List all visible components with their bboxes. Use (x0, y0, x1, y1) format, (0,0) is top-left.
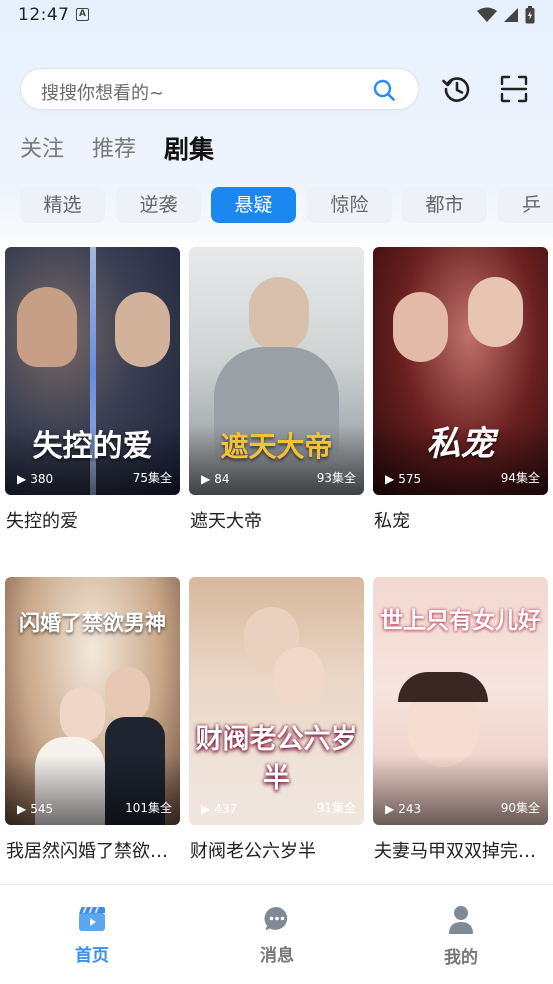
drama-title[interactable]: 私宠 (373, 507, 548, 533)
search-placeholder: 搜搜你想看的~ (41, 83, 165, 104)
nav-home[interactable]: 首页 (52, 905, 132, 966)
episode-count: 90集全 (500, 801, 540, 815)
drama-card[interactable]: 遮天大帝 ▶ 84 93集全 遮天大帝 (189, 247, 364, 533)
chip-partial[interactable]: 乒 (498, 187, 553, 223)
cell-signal-icon (504, 8, 518, 22)
tab-series[interactable]: 剧集 (164, 130, 214, 170)
play-count: ▶ 575 (385, 472, 422, 486)
battery-icon (525, 6, 535, 24)
nav-messages[interactable]: 消息 (237, 905, 317, 966)
play-count: ▶ 84 (201, 472, 230, 486)
actor-face (17, 287, 77, 367)
play-icon: ▶ (17, 472, 27, 486)
status-indicators (477, 6, 535, 24)
poster-title: 失控的爱 (32, 429, 153, 464)
drama-card[interactable]: 失控的爱 ▶ 380 75集全 失控的爱 (5, 247, 180, 533)
search-bar[interactable]: 搜搜你想看的~ (20, 68, 419, 110)
drama-title[interactable]: 失控的爱 (5, 507, 180, 533)
person-icon (449, 906, 473, 934)
drama-card[interactable]: 闪婚了禁欲男神 ▶ 545 101集全 我居然闪婚了禁欲… (5, 577, 180, 863)
history-icon[interactable] (441, 73, 473, 105)
play-count: ▶ 380 (17, 472, 54, 486)
play-icon: ▶ (201, 802, 211, 816)
drama-poster[interactable]: 闪婚了禁欲男神 ▶ 545 101集全 (5, 577, 180, 825)
play-icon: ▶ (385, 472, 395, 486)
chat-bubble-icon (264, 906, 288, 931)
play-icon: ▶ (385, 802, 395, 816)
drama-poster[interactable]: 私宠 ▶ 575 94集全 (373, 247, 548, 495)
notification-icon: A (76, 8, 89, 21)
tab-recommend[interactable]: 推荐 (92, 130, 136, 170)
poster-title: 财阀老公六岁半 (195, 724, 358, 794)
drama-title[interactable]: 我居然闪婚了禁欲… (5, 837, 180, 863)
scan-icon[interactable] (500, 75, 528, 103)
play-count: ▶ 437 (201, 802, 238, 816)
actress-face (60, 687, 105, 742)
hair (398, 672, 488, 702)
play-count: ▶ 545 (17, 802, 54, 816)
actor-face (468, 277, 523, 347)
episode-count: 91集全 (316, 801, 356, 815)
episode-count: 93集全 (316, 471, 356, 485)
poster-title: 闪婚了禁欲男神 (19, 611, 166, 635)
search-icon[interactable] (372, 78, 396, 102)
chip-urban[interactable]: 都市 (402, 187, 487, 223)
chip-featured[interactable]: 精选 (20, 187, 105, 223)
chip-comeback[interactable]: 逆袭 (116, 187, 201, 223)
actress-face (115, 292, 170, 367)
nav-home-label: 首页 (75, 946, 109, 966)
drama-poster[interactable]: 遮天大帝 ▶ 84 93集全 (189, 247, 364, 495)
actress-face (274, 647, 324, 707)
nav-profile[interactable]: 我的 (421, 905, 501, 968)
status-time: 12:47 (18, 5, 70, 25)
drama-card[interactable]: 世上只有女儿好 ▶ 243 90集全 夫妻马甲双双掉完… (373, 577, 548, 863)
drama-poster[interactable]: 失控的爱 ▶ 380 75集全 (5, 247, 180, 495)
chip-thriller[interactable]: 惊险 (307, 187, 392, 223)
status-bar: 12:47 A (0, 0, 553, 32)
drama-card[interactable]: 私宠 ▶ 575 94集全 私宠 (373, 247, 548, 533)
play-icon: ▶ (17, 802, 27, 816)
episode-count: 75集全 (132, 471, 172, 485)
drama-card[interactable]: 财阀老公六岁半 ▶ 437 91集全 财阀老公六岁半 (189, 577, 364, 863)
drama-title[interactable]: 遮天大帝 (189, 507, 364, 533)
poster-title: 私宠 (426, 424, 495, 464)
bottom-nav: 首页 消息 我的 (0, 884, 553, 984)
play-icon: ▶ (201, 472, 211, 486)
wifi-icon (477, 7, 497, 22)
episode-count: 101集全 (125, 801, 172, 815)
drama-title[interactable]: 财阀老公六岁半 (189, 837, 364, 863)
nav-messages-label: 消息 (260, 946, 294, 966)
clapperboard-icon (79, 906, 105, 931)
tab-follow[interactable]: 关注 (20, 130, 64, 170)
actor-face (249, 277, 309, 352)
poster-title: 世上只有女儿好 (380, 608, 541, 634)
chip-suspense[interactable]: 悬疑 (211, 187, 296, 223)
poster-title: 遮天大帝 (220, 430, 333, 463)
nav-profile-label: 我的 (444, 948, 478, 968)
drama-poster[interactable]: 世上只有女儿好 ▶ 243 90集全 (373, 577, 548, 825)
play-count: ▶ 243 (385, 802, 422, 816)
category-chips: 精选 逆袭 悬疑 惊险 都市 乒 (20, 187, 553, 223)
drama-poster[interactable]: 财阀老公六岁半 ▶ 437 91集全 (189, 577, 364, 825)
actor-face (105, 667, 150, 722)
top-tabs: 关注 推荐 剧集 (20, 130, 214, 170)
episode-count: 94集全 (500, 471, 540, 485)
drama-title[interactable]: 夫妻马甲双双掉完… (373, 837, 548, 863)
actress-face (393, 292, 448, 362)
